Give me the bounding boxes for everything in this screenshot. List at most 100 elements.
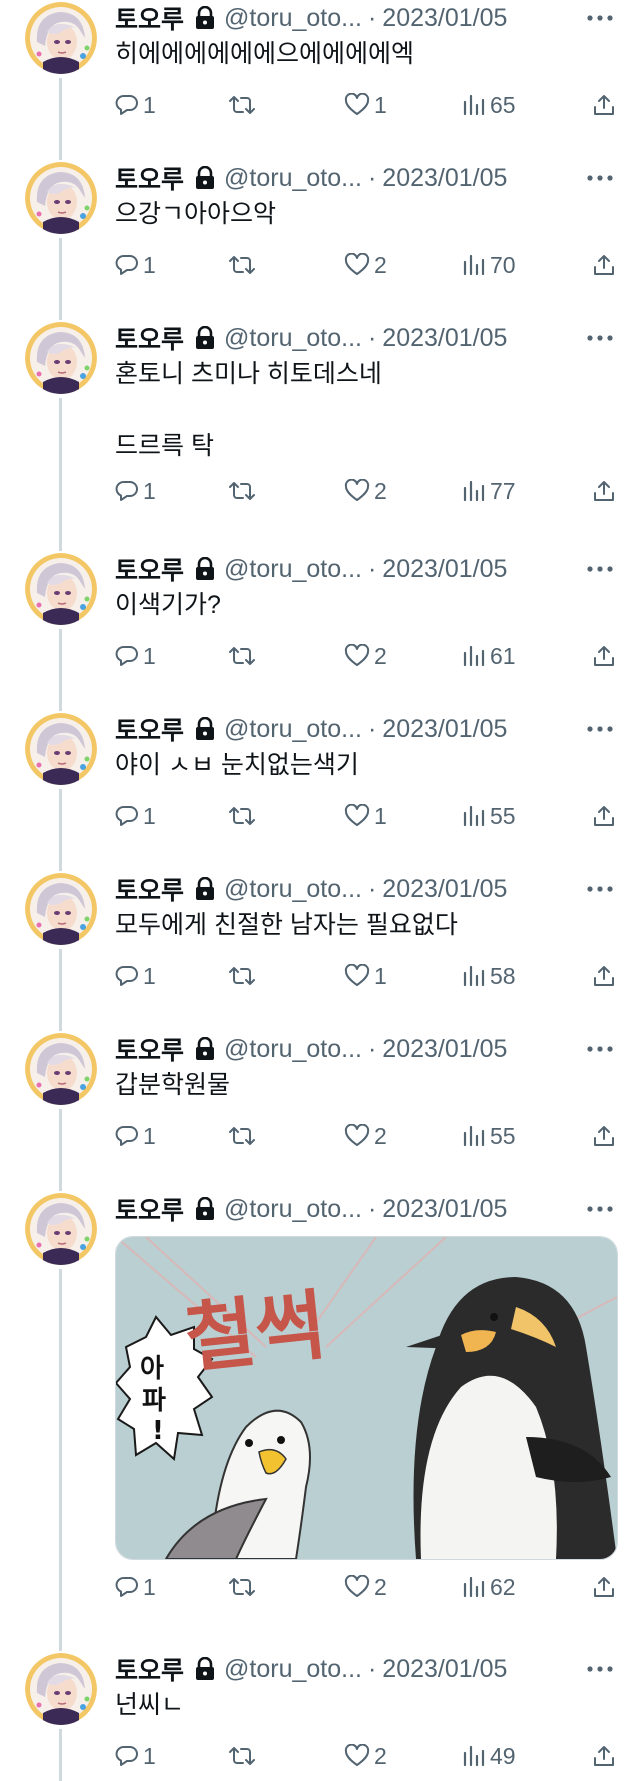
like-button[interactable]: 2 <box>344 638 387 674</box>
tweet-date[interactable]: 2023/01/05 <box>382 715 507 744</box>
user-handle[interactable]: @toru_oto... <box>224 1035 362 1064</box>
share-button[interactable] <box>592 798 616 834</box>
avatar[interactable] <box>25 1193 97 1265</box>
tweet-date[interactable]: 2023/01/05 <box>382 1195 507 1224</box>
display-name[interactable]: 토오루 <box>115 551 184 587</box>
views-button[interactable]: 62 <box>462 1569 516 1605</box>
views-button[interactable]: 58 <box>462 958 516 994</box>
tweet[interactable]: 토오루 @toru_oto... · 2023/01/05 이색기가? 1 2 … <box>0 551 640 678</box>
tweet[interactable]: 토오루 @toru_oto... · 2023/01/05 넌씨ㄴ 1 2 49 <box>0 1651 640 1778</box>
views-button[interactable]: 65 <box>462 87 516 123</box>
reply-button[interactable]: 1 <box>115 1569 156 1605</box>
user-handle[interactable]: @toru_oto... <box>224 715 362 744</box>
retweet-button[interactable] <box>228 798 256 834</box>
like-button[interactable]: 2 <box>344 247 387 283</box>
like-button[interactable]: 2 <box>344 1569 387 1605</box>
display-name[interactable]: 토오루 <box>115 1191 184 1227</box>
tweet[interactable]: 토오루 @toru_oto... · 2023/01/05 1 2 62 철썩 … <box>0 1191 640 1609</box>
like-button[interactable]: 2 <box>344 1118 387 1154</box>
user-handle[interactable]: @toru_oto... <box>224 1655 362 1684</box>
reply-button[interactable]: 1 <box>115 798 156 834</box>
more-icon[interactable] <box>584 871 616 907</box>
share-button[interactable] <box>592 1569 616 1605</box>
reply-button[interactable]: 1 <box>115 87 156 123</box>
display-name[interactable]: 토오루 <box>115 871 184 907</box>
reply-button[interactable]: 1 <box>115 1118 156 1154</box>
more-icon[interactable] <box>584 320 616 356</box>
tweet-date[interactable]: 2023/01/05 <box>382 4 507 33</box>
tweet[interactable]: 토오루 @toru_oto... · 2023/01/05 갑분학원물 1 2 … <box>0 1031 640 1158</box>
avatar[interactable] <box>25 322 97 394</box>
share-button[interactable] <box>592 87 616 123</box>
reply-button[interactable]: 1 <box>115 473 156 509</box>
display-name[interactable]: 토오루 <box>115 1031 184 1067</box>
avatar[interactable] <box>25 1033 97 1105</box>
retweet-button[interactable] <box>228 473 256 509</box>
more-icon[interactable] <box>584 551 616 587</box>
views-button[interactable]: 70 <box>462 247 516 283</box>
more-icon[interactable] <box>584 160 616 196</box>
user-handle[interactable]: @toru_oto... <box>224 1195 362 1224</box>
retweet-button[interactable] <box>228 638 256 674</box>
more-icon[interactable] <box>584 1031 616 1067</box>
like-button[interactable]: 2 <box>344 1738 387 1774</box>
more-icon[interactable] <box>584 1191 616 1227</box>
retweet-button[interactable] <box>228 247 256 283</box>
user-handle[interactable]: @toru_oto... <box>224 555 362 584</box>
share-button[interactable] <box>592 473 616 509</box>
like-button[interactable]: 1 <box>344 798 387 834</box>
tweet[interactable]: 토오루 @toru_oto... · 2023/01/05 야이 ㅅㅂ 눈치없는… <box>0 711 640 838</box>
more-icon[interactable] <box>584 0 616 36</box>
retweet-button[interactable] <box>228 1738 256 1774</box>
avatar[interactable] <box>25 553 97 625</box>
tweet[interactable]: 토오루 @toru_oto... · 2023/01/05 모두에게 친절한 남… <box>0 871 640 998</box>
views-button[interactable]: 61 <box>462 638 516 674</box>
user-handle[interactable]: @toru_oto... <box>224 4 362 33</box>
tweet-date[interactable]: 2023/01/05 <box>382 555 507 584</box>
more-icon[interactable] <box>584 711 616 747</box>
views-button[interactable]: 55 <box>462 1118 516 1154</box>
display-name[interactable]: 토오루 <box>115 160 184 196</box>
views-button[interactable]: 55 <box>462 798 516 834</box>
display-name[interactable]: 토오루 <box>115 320 184 356</box>
like-button[interactable]: 1 <box>344 87 387 123</box>
share-button[interactable] <box>592 958 616 994</box>
share-button[interactable] <box>592 638 616 674</box>
display-name[interactable]: 토오루 <box>115 711 184 747</box>
tweet-date[interactable]: 2023/01/05 <box>382 875 507 904</box>
retweet-button[interactable] <box>228 1118 256 1154</box>
share-button[interactable] <box>592 1738 616 1774</box>
avatar[interactable] <box>25 873 97 945</box>
user-handle[interactable]: @toru_oto... <box>224 324 362 353</box>
tweet-media-image[interactable]: 철썩 아 파 ! <box>115 1236 618 1560</box>
display-name[interactable]: 토오루 <box>115 0 184 36</box>
like-button[interactable]: 1 <box>344 958 387 994</box>
tweet-date[interactable]: 2023/01/05 <box>382 1035 507 1064</box>
views-button[interactable]: 49 <box>462 1738 516 1774</box>
avatar[interactable] <box>25 162 97 234</box>
reply-button[interactable]: 1 <box>115 638 156 674</box>
like-button[interactable]: 2 <box>344 473 387 509</box>
retweet-button[interactable] <box>228 1569 256 1605</box>
retweet-button[interactable] <box>228 958 256 994</box>
tweet[interactable]: 토오루 @toru_oto... · 2023/01/05 히에에에에에에으에에… <box>0 0 640 127</box>
share-button[interactable] <box>592 1118 616 1154</box>
tweet-date[interactable]: 2023/01/05 <box>382 324 507 353</box>
tweet[interactable]: 토오루 @toru_oto... · 2023/01/05 혼토니 츠미나 히토… <box>0 320 640 513</box>
tweet-date[interactable]: 2023/01/05 <box>382 1655 507 1684</box>
share-button[interactable] <box>592 247 616 283</box>
reply-button[interactable]: 1 <box>115 958 156 994</box>
reply-button[interactable]: 1 <box>115 247 156 283</box>
views-button[interactable]: 77 <box>462 473 516 509</box>
reply-button[interactable]: 1 <box>115 1738 156 1774</box>
user-handle[interactable]: @toru_oto... <box>224 164 362 193</box>
avatar[interactable] <box>25 2 97 74</box>
display-name[interactable]: 토오루 <box>115 1651 184 1687</box>
tweet[interactable]: 토오루 @toru_oto... · 2023/01/05 으강ㄱ아아으악 1 <box>0 160 640 287</box>
more-icon[interactable] <box>584 1651 616 1687</box>
avatar[interactable] <box>25 1653 97 1725</box>
tweet-date[interactable]: 2023/01/05 <box>382 164 507 193</box>
avatar[interactable] <box>25 713 97 785</box>
retweet-button[interactable] <box>228 87 256 123</box>
user-handle[interactable]: @toru_oto... <box>224 875 362 904</box>
